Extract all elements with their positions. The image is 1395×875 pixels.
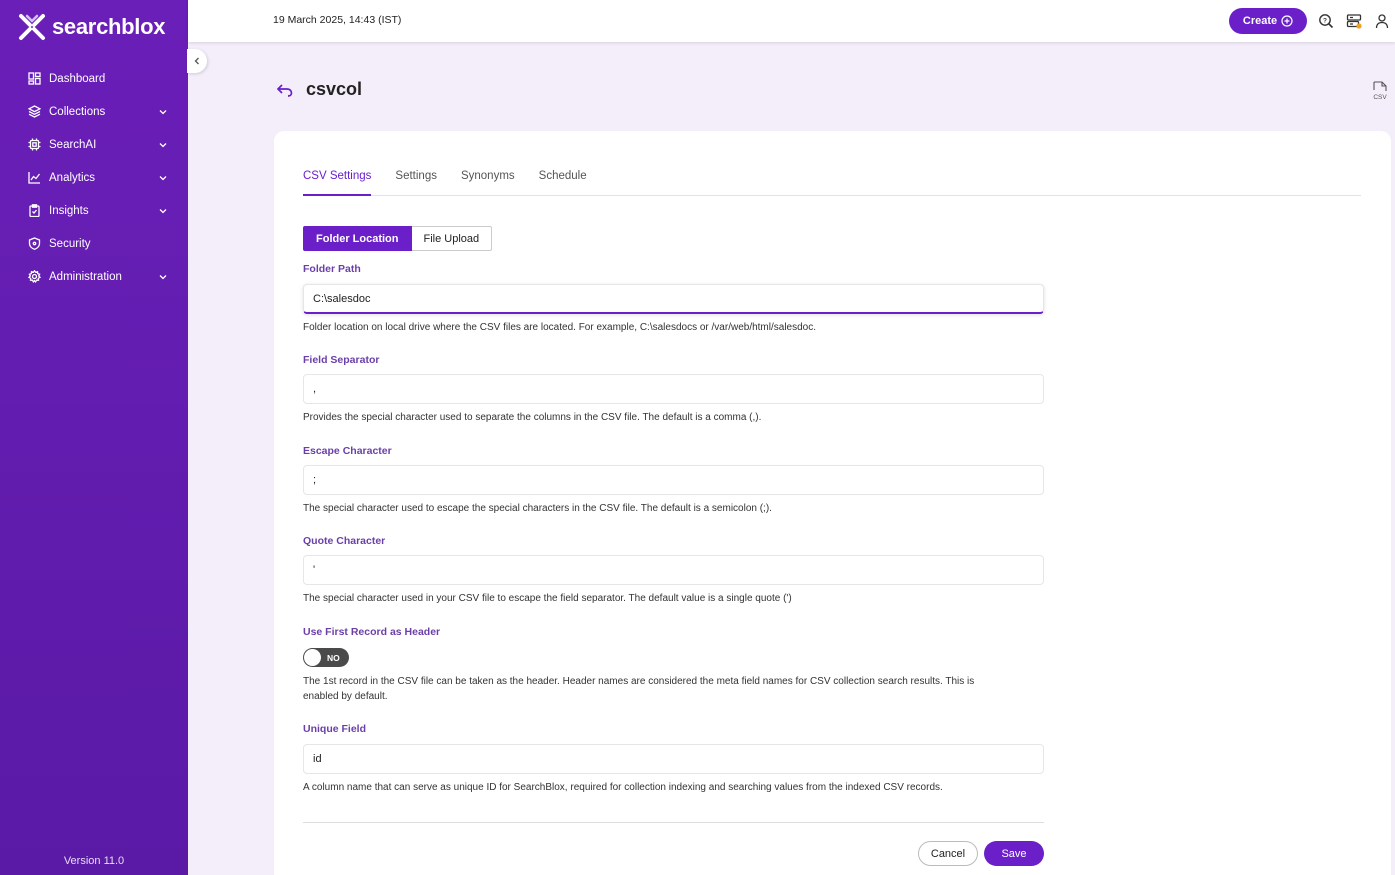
sidebar-item-analytics[interactable]: Analytics bbox=[0, 161, 188, 194]
toggle-state-text: NO bbox=[327, 652, 340, 663]
sidebar-item-label: Administration bbox=[49, 270, 122, 283]
user-icon[interactable] bbox=[1374, 13, 1390, 29]
quote-character-label: Quote Character bbox=[303, 535, 386, 547]
field-separator-label: Field Separator bbox=[303, 354, 380, 366]
cancel-button[interactable]: Cancel bbox=[918, 841, 978, 866]
folder-location-button[interactable]: Folder Location bbox=[303, 226, 412, 251]
escape-character-label: Escape Character bbox=[303, 445, 392, 457]
folder-path-help: Folder location on local drive where the… bbox=[303, 322, 817, 333]
chevron-down-icon bbox=[159, 109, 167, 114]
unique-field-help: A column name that can serve as unique I… bbox=[303, 782, 943, 793]
csv-file-icon: CSV bbox=[1373, 81, 1387, 101]
current-datetime: 19 March 2025, 14:43 (IST) bbox=[273, 14, 402, 26]
file-upload-button[interactable]: File Upload bbox=[411, 226, 493, 251]
collapse-sidebar-button[interactable] bbox=[187, 49, 207, 73]
escape-character-input[interactable] bbox=[303, 465, 1044, 495]
create-button-label: Create bbox=[1242, 15, 1278, 27]
chevron-down-icon bbox=[159, 142, 167, 147]
sidebar-item-label: Security bbox=[49, 237, 91, 250]
chevron-left-icon bbox=[194, 57, 199, 65]
escape-character-help: The special character used to escape the… bbox=[303, 503, 772, 514]
chip-icon bbox=[27, 138, 41, 152]
sidebar-item-label: Dashboard bbox=[49, 72, 106, 85]
sidebar-item-insights[interactable]: Insights bbox=[0, 194, 188, 227]
sidebar-item-searchai[interactable]: SearchAI bbox=[0, 128, 188, 161]
sidebar-item-administration[interactable]: Administration bbox=[0, 260, 188, 293]
sidebar: searchblox Dashboard Collections SearchA… bbox=[0, 0, 188, 875]
source-type-toggle: Folder Location File Upload bbox=[303, 226, 493, 251]
version-label: Version 11.0 bbox=[63, 855, 125, 867]
back-arrow-icon[interactable] bbox=[276, 83, 294, 97]
use-header-label: Use First Record as Header bbox=[303, 626, 441, 638]
sidebar-nav: Dashboard Collections SearchAI Analytics bbox=[0, 62, 188, 293]
toggle-knob bbox=[304, 649, 321, 666]
tab-synonyms[interactable]: Synonyms bbox=[461, 170, 515, 196]
page-header: csvcol bbox=[276, 79, 362, 100]
svg-text:CSV: CSV bbox=[1373, 94, 1387, 101]
sidebar-item-collections[interactable]: Collections bbox=[0, 95, 188, 128]
quote-character-input[interactable] bbox=[303, 555, 1044, 585]
sidebar-item-label: Insights bbox=[49, 204, 89, 217]
shield-icon bbox=[27, 237, 41, 251]
dashboard-icon bbox=[27, 72, 41, 86]
sidebar-item-security[interactable]: Security bbox=[0, 227, 188, 260]
tab-bar: CSV Settings Settings Synonyms Schedule bbox=[303, 170, 1361, 196]
brand-name: searchblox bbox=[52, 14, 166, 39]
sidebar-item-label: Analytics bbox=[49, 171, 96, 184]
quote-character-help: The special character used in your CSV f… bbox=[303, 593, 792, 604]
tab-schedule[interactable]: Schedule bbox=[539, 170, 587, 196]
top-bar: 19 March 2025, 14:43 (IST) Create ? bbox=[188, 0, 1395, 42]
sidebar-item-dashboard[interactable]: Dashboard bbox=[0, 62, 188, 95]
folder-path-input[interactable] bbox=[303, 284, 1044, 314]
brand-logo[interactable]: searchblox bbox=[18, 12, 165, 42]
layers-icon bbox=[27, 105, 41, 119]
gear-icon bbox=[27, 270, 41, 284]
unique-field-input[interactable] bbox=[303, 744, 1044, 774]
folder-path-label: Folder Path bbox=[303, 263, 361, 275]
field-separator-input[interactable] bbox=[303, 374, 1044, 404]
svg-text:?: ? bbox=[1323, 17, 1327, 24]
create-button[interactable]: Create bbox=[1229, 8, 1307, 34]
plus-circle-icon bbox=[1281, 15, 1293, 27]
chevron-down-icon bbox=[159, 208, 167, 213]
field-separator-help: Provides the special character used to s… bbox=[303, 412, 762, 423]
chevron-down-icon bbox=[159, 274, 167, 279]
use-header-toggle[interactable]: NO bbox=[303, 648, 349, 667]
save-button[interactable]: Save bbox=[984, 841, 1044, 866]
analytics-icon bbox=[27, 171, 41, 185]
sidebar-item-label: SearchAI bbox=[49, 138, 97, 151]
clipboard-icon bbox=[27, 204, 41, 218]
use-header-help: The 1st record in the CSV file can be ta… bbox=[303, 676, 975, 702]
chevron-down-icon bbox=[159, 175, 167, 180]
page-title: csvcol bbox=[306, 79, 363, 99]
searchblox-logo-icon bbox=[19, 14, 45, 40]
tab-csv-settings[interactable]: CSV Settings bbox=[303, 170, 372, 196]
help-search-icon[interactable]: ? bbox=[1318, 13, 1334, 29]
tab-settings[interactable]: Settings bbox=[395, 170, 437, 196]
server-status-icon[interactable] bbox=[1346, 13, 1362, 29]
form-divider bbox=[303, 822, 1044, 823]
unique-field-label: Unique Field bbox=[303, 723, 366, 735]
csv-settings-card: CSV Settings Settings Synonyms Schedule … bbox=[274, 131, 1391, 875]
sidebar-item-label: Collections bbox=[49, 105, 106, 118]
